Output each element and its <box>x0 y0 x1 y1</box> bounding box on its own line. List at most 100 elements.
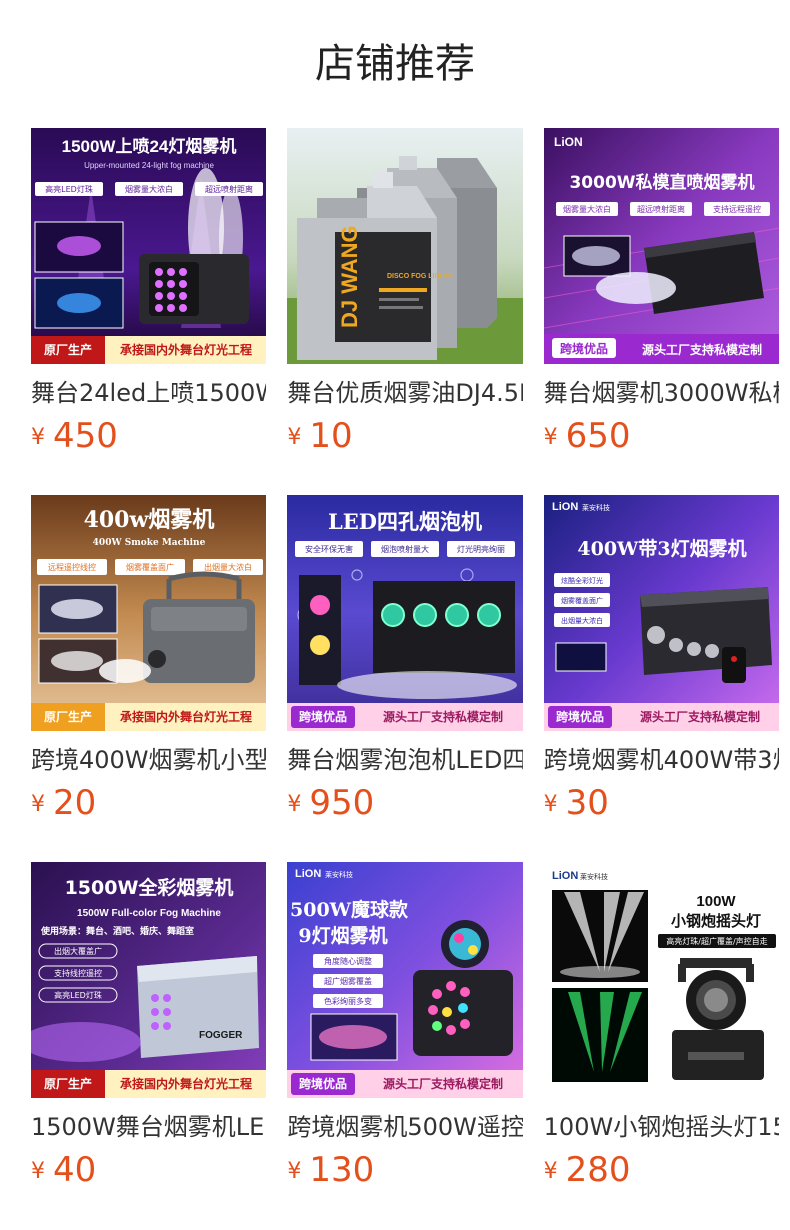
product-price: ¥450 <box>31 414 118 458</box>
product-card[interactable]: 400w烟雾机 400W Smoke Machine 远程遥控线控 烟雾覆盖面广… <box>31 495 267 862</box>
image-tag: 烟泡喷射量大 <box>381 544 429 554</box>
image-tag: 出烟量大浓白 <box>204 562 252 572</box>
image-logo-text: 莱安科技 <box>325 870 353 879</box>
price-amount: 650 <box>565 416 631 456</box>
image-tag: 远程遥控线控 <box>48 562 96 572</box>
price-amount: 10 <box>309 416 353 456</box>
product-image[interactable]: 400w烟雾机 400W Smoke Machine 远程遥控线控 烟雾覆盖面广… <box>31 495 267 731</box>
image-headline-2: 小钢炮摇头灯 <box>671 912 761 930</box>
image-tag: 角度随心调整 <box>324 956 372 966</box>
product-image[interactable]: LiON 3000W私模直喷烟雾机 烟雾量大浓白 超远喷射距离 支持远程遥控 跨 <box>543 128 779 364</box>
image-badge: 原厂生产 <box>44 1076 92 1091</box>
currency-symbol: ¥ <box>543 792 558 817</box>
image-tag: 超远喷射距离 <box>637 204 685 214</box>
price-amount: 40 <box>53 1150 97 1190</box>
image-subline: 400W Smoke Machine <box>93 538 206 548</box>
product-price: ¥20 <box>31 781 96 825</box>
product-card[interactable]: LiON 3000W私模直喷烟雾机 烟雾量大浓白 超远喷射距离 支持远程遥控 跨 <box>543 128 779 495</box>
image-tag: 炫酷全彩灯光 <box>561 576 603 585</box>
image-badge: 跨境优品 <box>560 341 608 356</box>
product-name[interactable]: 跨境400W烟雾机小型舞台烟雾机 <box>31 743 266 777</box>
product-price: ¥650 <box>544 414 631 458</box>
image-tag: 高亮LED灯珠 <box>54 990 102 1000</box>
product-name[interactable]: 舞台烟雾机3000W私模直喷烟雾机 <box>544 376 779 410</box>
image-badge: 跨境优品 <box>299 1076 347 1091</box>
currency-symbol: ¥ <box>31 792 45 817</box>
image-logo: LiON <box>552 501 578 513</box>
image-tag: 出烟量大浓白 <box>561 616 603 625</box>
image-footer: 源头工厂支持私模定制 <box>642 342 762 357</box>
product-name[interactable]: 100W小钢炮摇头灯150W <box>544 1110 779 1144</box>
price-amount: 450 <box>53 416 118 456</box>
product-name[interactable]: 跨境烟雾机400W带3灯烟雾机 <box>544 743 779 777</box>
image-headline: 100W <box>696 893 736 910</box>
product-card[interactable]: LED四孔烟泡机 安全环保无害 烟泡喷射量大 灯光明亮绚丽 跨境优品 源头工厂支… <box>287 495 523 862</box>
image-brand: DJ WANG <box>337 225 362 328</box>
product-card[interactable]: DJ WANG DISCO FOG LIQUID 舞台优质烟雾油DJ4.5L ¥… <box>287 128 523 495</box>
product-card[interactable]: 1500W全彩烟雾机 1500W Full-color Fog Machine … <box>31 862 267 1229</box>
image-headline: LED四孔烟泡机 <box>328 509 482 534</box>
image-footer: 源头工厂支持私模定制 <box>383 1076 503 1091</box>
product-card[interactable]: LiON 莱安科技 500W魔球款 9灯烟雾机 角度随心调整 超广烟雾覆盖 色彩… <box>287 862 523 1229</box>
currency-symbol: ¥ <box>287 792 302 817</box>
image-logo: LiON <box>554 135 583 149</box>
image-tags-line: 高亮灯珠/超广覆盖/声控自走 <box>666 936 767 946</box>
image-footer: 源头工厂支持私模定制 <box>640 709 760 724</box>
image-badge: 原厂生产 <box>44 709 92 724</box>
price-amount: 30 <box>565 783 609 823</box>
product-card[interactable]: LiON 莱安科技 400W带3灯烟雾机 炫酷全彩灯光 烟雾覆盖面广 出烟量大浓… <box>543 495 779 862</box>
product-image[interactable]: LiON 莱安科技 500W魔球款 9灯烟雾机 角度随心调整 超广烟雾覆盖 色彩… <box>287 862 523 1098</box>
page-title: 店铺推荐 <box>315 41 475 87</box>
product-name[interactable]: 舞台24led上喷1500W上喷24灯烟雾机 <box>31 376 266 410</box>
currency-symbol: ¥ <box>543 1159 558 1184</box>
currency-symbol: ¥ <box>543 425 558 450</box>
image-subline: Upper-mounted 24-light fog machine <box>84 161 214 170</box>
image-scene: 使用场景：舞台、酒吧、婚庆、舞蹈室 <box>40 925 194 937</box>
image-headline-2: 9灯烟雾机 <box>299 924 388 947</box>
image-logo: LiON <box>295 868 321 880</box>
product-image[interactable]: 1500W上喷24灯烟雾机 Upper-mounted 24-light fog… <box>31 128 267 364</box>
product-image[interactable]: 1500W全彩烟雾机 1500W Full-color Fog Machine … <box>31 862 267 1098</box>
product-image[interactable]: LiON 莱安科技 100W 小钢炮摇头灯 高亮灯珠/超广覆盖/声控自走 <box>543 862 779 1098</box>
image-tag: 超广烟雾覆盖 <box>324 976 372 986</box>
image-logo-text: 莱安科技 <box>582 503 610 512</box>
image-footer: 承接国内外舞台灯光工程 <box>120 342 252 357</box>
product-image[interactable]: DJ WANG DISCO FOG LIQUID <box>287 128 523 364</box>
product-price: ¥10 <box>287 414 352 458</box>
image-tag: 支持远程遥控 <box>713 204 761 214</box>
currency-symbol: ¥ <box>287 1159 302 1184</box>
image-tag: 灯光明亮绚丽 <box>457 544 505 554</box>
image-subline: 1500W Full-color Fog Machine <box>77 908 221 919</box>
product-name[interactable]: 舞台烟雾泡泡机LED四孔烟泡机 <box>287 743 522 777</box>
image-badge: 跨境优品 <box>299 709 347 724</box>
image-badge: 跨境优品 <box>556 709 604 724</box>
product-image[interactable]: LiON 莱安科技 400W带3灯烟雾机 炫酷全彩灯光 烟雾覆盖面广 出烟量大浓… <box>543 495 779 731</box>
product-name[interactable]: 舞台优质烟雾油DJ4.5L <box>287 376 522 410</box>
image-headline: 3000W私模直喷烟雾机 <box>569 172 754 193</box>
currency-symbol: ¥ <box>31 425 45 450</box>
image-footer: 承接国内外舞台灯光工程 <box>120 709 252 724</box>
image-footer: 源头工厂支持私模定制 <box>383 709 503 724</box>
price-amount: 950 <box>309 783 375 823</box>
image-tag: 安全环保无害 <box>305 544 353 554</box>
image-footer: 承接国内外舞台灯光工程 <box>120 1076 252 1091</box>
product-name[interactable]: 1500W舞台烟雾机LED全彩烟雾机 <box>31 1110 266 1144</box>
product-card[interactable]: LiON 莱安科技 100W 小钢炮摇头灯 高亮灯珠/超广覆盖/声控自走 100… <box>543 862 779 1229</box>
product-image[interactable]: LED四孔烟泡机 安全环保无害 烟泡喷射量大 灯光明亮绚丽 跨境优品 源头工厂支… <box>287 495 523 731</box>
image-tag: 支持线控遥控 <box>54 968 102 978</box>
product-row: 1500W全彩烟雾机 1500W Full-color Fog Machine … <box>31 862 779 1229</box>
price-amount: 20 <box>53 783 97 823</box>
product-name[interactable]: 跨境烟雾机500W遥控魔球款9灯烟雾机 <box>287 1110 522 1144</box>
product-grid: 1500W上喷24灯烟雾机 Upper-mounted 24-light fog… <box>31 128 779 1229</box>
image-logo-text: 莱安科技 <box>580 872 608 881</box>
image-headline: 400w烟雾机 <box>84 507 215 533</box>
image-headline: 1500W上喷24灯烟雾机 <box>62 136 237 156</box>
price-amount: 130 <box>309 1150 375 1190</box>
image-logo: LiON <box>552 870 578 882</box>
product-card[interactable]: 1500W上喷24灯烟雾机 Upper-mounted 24-light fog… <box>31 128 267 495</box>
product-price: ¥950 <box>287 781 374 825</box>
product-price: ¥280 <box>544 1148 631 1192</box>
image-tag: 烟雾覆盖面广 <box>561 596 603 605</box>
product-price: ¥130 <box>287 1148 374 1192</box>
image-tag: 烟雾量大浓白 <box>125 184 173 194</box>
